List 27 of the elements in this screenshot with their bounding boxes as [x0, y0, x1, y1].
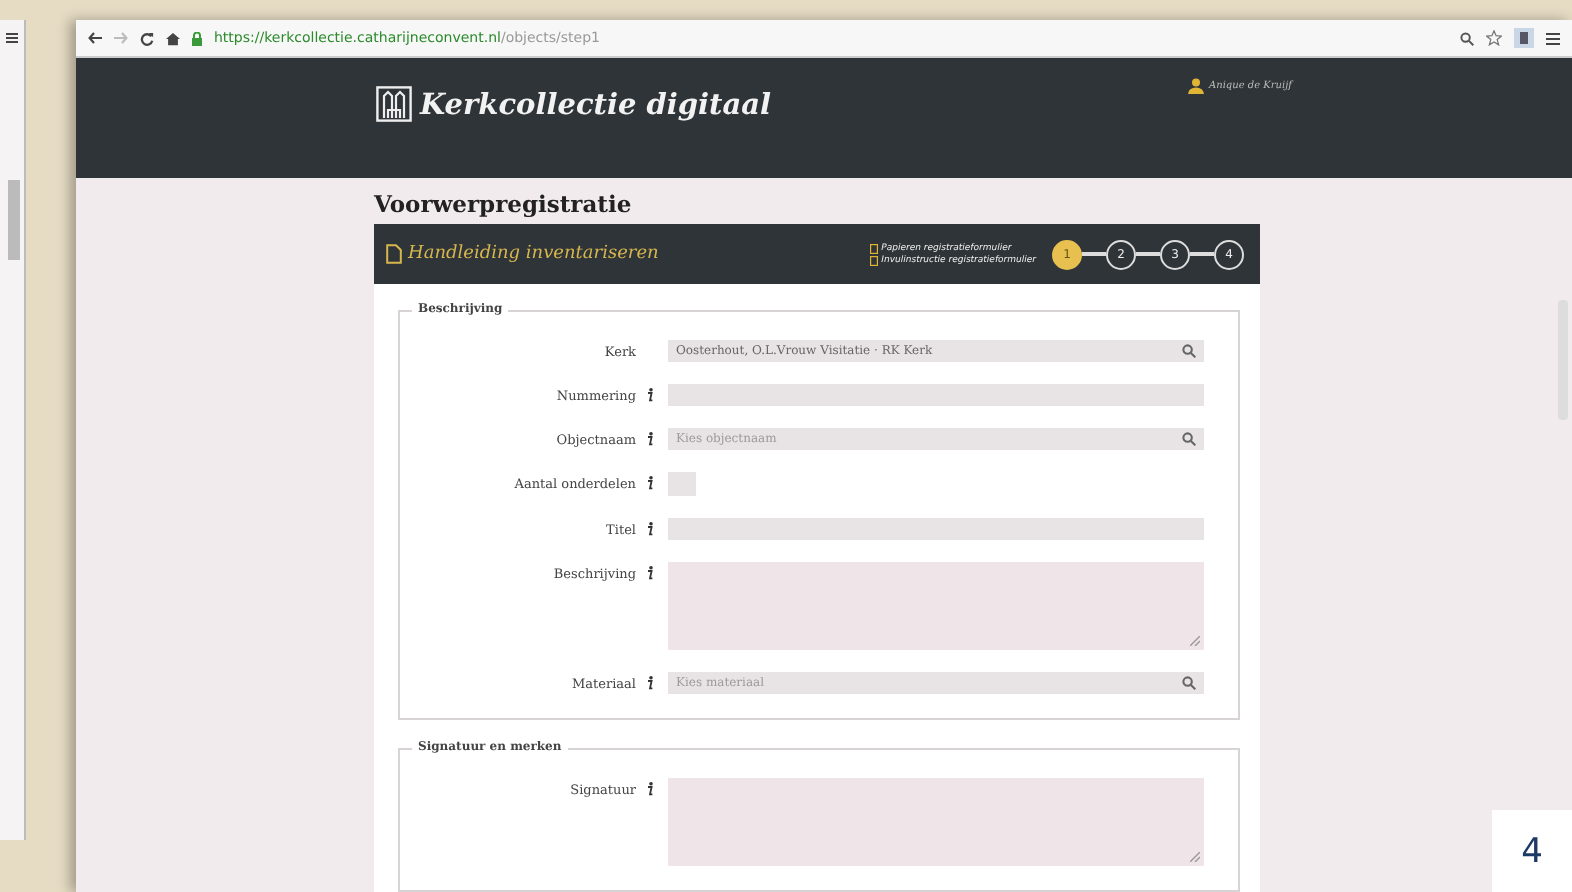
manual-link[interactable]: Handleiding inventariseren	[408, 244, 659, 264]
search-icon[interactable]	[1182, 432, 1196, 446]
text-field[interactable]	[668, 384, 1204, 406]
site-title: Kerkcollectie digitaal	[420, 87, 772, 122]
resize-handle-icon[interactable]	[1190, 852, 1200, 862]
church-logo-icon	[376, 86, 412, 123]
textarea-field[interactable]	[668, 562, 1204, 650]
menu-icon[interactable]	[6, 32, 18, 44]
resize-handle-icon[interactable]	[1190, 636, 1200, 646]
user-icon	[1187, 78, 1203, 95]
home-icon[interactable]	[166, 31, 180, 46]
star-icon[interactable]	[1486, 30, 1502, 47]
page-number: 4	[1492, 810, 1572, 892]
extension-icon[interactable]	[1514, 28, 1534, 49]
textarea-field[interactable]	[668, 778, 1204, 866]
text-field[interactable]	[668, 518, 1204, 540]
document-icon	[386, 244, 402, 264]
reload-icon[interactable]	[140, 31, 154, 46]
search-icon[interactable]	[1182, 344, 1196, 358]
number-field[interactable]	[668, 472, 696, 496]
lock-icon	[192, 31, 202, 46]
page-title: Voorwerpregistratie	[374, 190, 634, 218]
search-icon[interactable]	[1182, 676, 1196, 690]
back-icon[interactable]	[88, 32, 102, 45]
zoom-icon[interactable]	[1460, 31, 1474, 46]
scrollbar[interactable]	[8, 180, 20, 260]
menu-icon[interactable]	[1546, 31, 1560, 46]
